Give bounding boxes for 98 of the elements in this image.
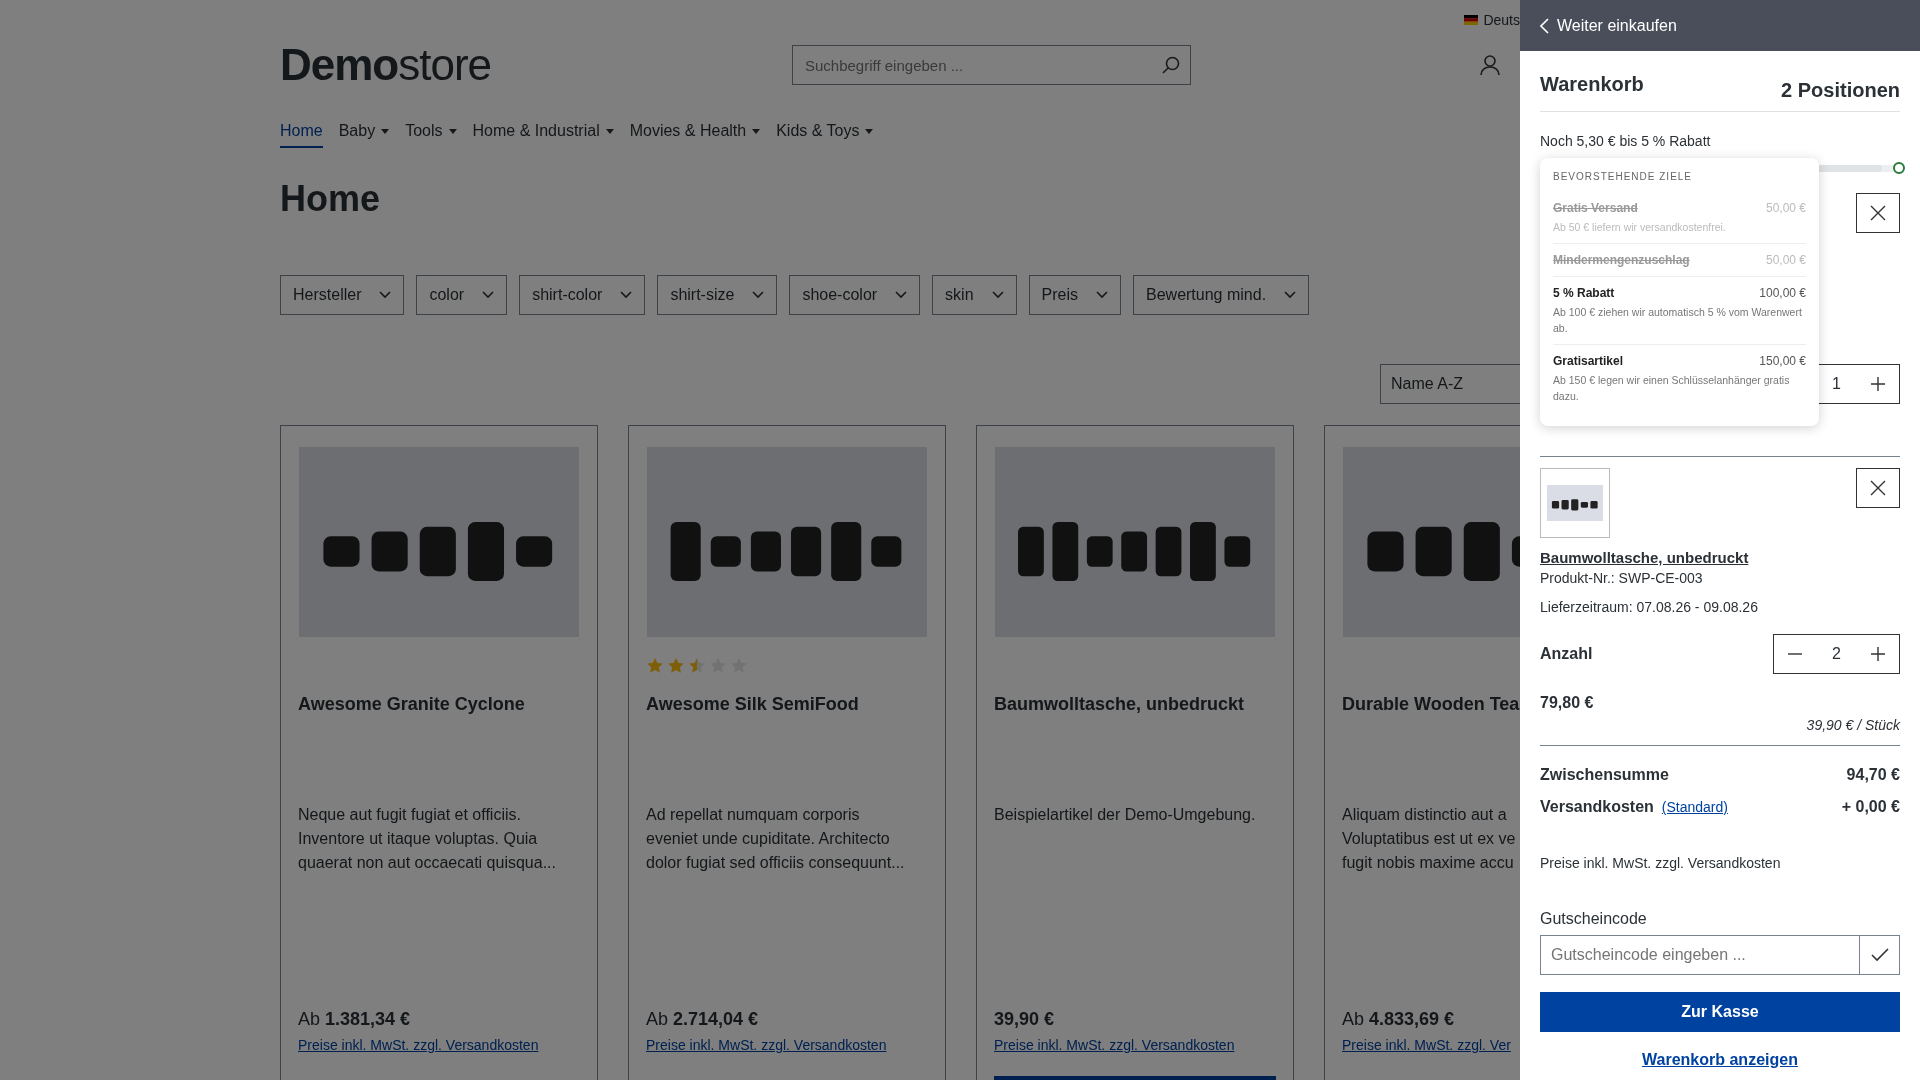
- page-title: Home: [280, 177, 381, 221]
- chevron-down-icon: [991, 291, 1004, 299]
- line-total: 79,80 €: [1540, 693, 1595, 713]
- product-name[interactable]: Durable Wooden Tea: [1342, 692, 1520, 716]
- goal-amount: 50,00 €: [1765, 200, 1806, 216]
- subtotal-label: Zwischensumme: [1540, 765, 1669, 785]
- chevron-down-icon: [482, 291, 495, 299]
- flag-icon: [1464, 15, 1479, 25]
- filter-dropdown[interactable]: Preis: [1028, 275, 1121, 315]
- unit-price: 39,90 € / Stück: [1805, 716, 1900, 735]
- goal-name: 5 % Rabatt: [1553, 285, 1615, 301]
- product-description: Ad repellat numquam corporis eveniet unde cupiditate. Architecto dolor fugiat sed officiis consequunt...: [646, 805, 906, 873]
- chevron-left-icon: [1540, 17, 1549, 34]
- user-icon[interactable]: [1479, 54, 1501, 76]
- product-number: Produkt-Nr.: SWP-CE-003: [1540, 569, 1704, 588]
- quantity-label: Anzahl: [1540, 645, 1593, 663]
- item-count: 2 Positionen: [1781, 78, 1900, 103]
- plus-icon: [1871, 647, 1886, 661]
- product-card[interactable]: Baumwolltasche, unbedruckt Beispielartikel der Demo-Umgebung. 39,90 € Preise inkl. MwSt. zzgl. Versandkosten: [976, 425, 1294, 1080]
- chevron-down-icon: [1284, 291, 1297, 299]
- plus-icon: [1871, 377, 1886, 391]
- product-link[interactable]: Baumwolltasche, unbedruckt: [1540, 548, 1749, 568]
- tax-link[interactable]: Preise inkl. MwSt. zzgl. Versandkosten: [646, 1037, 887, 1053]
- remove-button[interactable]: [1856, 193, 1900, 233]
- quantity-stepper[interactable]: 2: [1773, 634, 1900, 674]
- check-icon: [1870, 948, 1889, 962]
- caret-icon: [752, 128, 761, 134]
- tax-link[interactable]: Preise inkl. MwSt. zzgl. Versandkosten: [298, 1037, 539, 1053]
- close-icon: [1870, 480, 1886, 496]
- logo[interactable]: Demostore: [280, 40, 792, 90]
- nav-item[interactable]: Tools: [405, 119, 457, 148]
- checkout-button[interactable]: Zur Kasse: [1540, 992, 1900, 1032]
- product-name[interactable]: Baumwolltasche, unbedruckt: [994, 692, 1276, 716]
- shipping-label: Versandkosten: [1540, 797, 1654, 817]
- nav-item[interactable]: Home & Industrial: [472, 119, 614, 148]
- chevron-down-icon: [379, 291, 392, 299]
- product-description: Aliquam distinctio aut a Voluptatibus est ut ex ve fugit nobis maxime accu: [1342, 805, 1517, 873]
- goal-name: Mindermengenzuschlag: [1553, 252, 1690, 268]
- chevron-down-icon: [1096, 291, 1108, 299]
- nav-item[interactable]: Movies & Health: [629, 119, 761, 148]
- close-icon: [1870, 205, 1886, 221]
- star-icon: [688, 657, 706, 674]
- tax-link[interactable]: Preise inkl. MwSt. zzgl. Versandkosten: [994, 1037, 1235, 1053]
- star-icon: [646, 657, 664, 674]
- remove-button[interactable]: [1856, 468, 1900, 508]
- goal-name: Gratis Versand: [1553, 200, 1638, 216]
- search-icon: [1162, 56, 1180, 74]
- filter-dropdown[interactable]: skin: [932, 275, 1017, 315]
- product-card[interactable]: Awesome Silk SemiFood Ad repellat numquam corporis eveniet unde cupiditate. Architecto dolor fugiat sed officiis consequunt... Ab 2.714,04 € Preise inkl. MwSt. zzgl. Versandkosten: [628, 425, 946, 1080]
- minus-icon: [1787, 653, 1802, 655]
- filter-dropdown[interactable]: Bewertung mind.: [1133, 275, 1310, 315]
- product-name[interactable]: Awesome Silk SemiFood: [646, 692, 928, 716]
- caret-icon: [605, 128, 614, 134]
- tax-link[interactable]: Preise inkl. MwSt. zzgl. Ver: [1342, 1037, 1511, 1053]
- filter-dropdown[interactable]: shirt-color: [519, 275, 646, 315]
- chevron-down-icon: [620, 291, 633, 299]
- delivery-period: Lieferzeitraum: 07.08.26 - 09.08.26: [1540, 598, 1759, 617]
- product-price: 39,90 €: [994, 1008, 1056, 1031]
- goal-amount: 100,00 €: [1759, 285, 1806, 301]
- popover-title: BEVORSTEHENDE ZIELE: [1553, 170, 1694, 184]
- nav-item[interactable]: Home: [280, 119, 323, 148]
- quantity-value: 2: [1832, 645, 1841, 663]
- goal-amount: 50,00 €: [1765, 252, 1806, 268]
- goal-description: Ab 50 € liefern wir versandkostenfrei.: [1553, 220, 1727, 235]
- continue-shopping-button[interactable]: Weiter einkaufen: [1540, 16, 1677, 35]
- quantity-value: 1: [1832, 375, 1841, 393]
- product-description: Neque aut fugit fugiat et officiis. Inventore ut itaque voluptas. Quia quaerat non aut occaecati quisqua...: [298, 805, 557, 873]
- product-card[interactable]: Awesome Granite Cyclone Neque aut fugit fugiat et officiis. Inventore ut itaque voluptas. Quia quaerat non aut occaecati quisqua... Ab 1.381,34 € Preise inkl. MwSt. zzgl. Versandkosten: [280, 425, 598, 1080]
- shipping-method-link[interactable]: (Standard): [1661, 797, 1728, 817]
- caret-icon: [865, 128, 874, 134]
- tax-note: Preise inkl. MwSt. zzgl. Versandkosten: [1540, 854, 1782, 873]
- chevron-down-icon: [895, 291, 908, 299]
- filter-dropdown[interactable]: color: [416, 275, 508, 315]
- search-input[interactable]: Suchbegriff eingeben ...: [803, 55, 1162, 75]
- nav-item[interactable]: Kids & Toys: [776, 119, 874, 148]
- caret-icon: [381, 128, 390, 134]
- subtotal-value: 94,70 €: [1846, 765, 1900, 785]
- product-price: Ab 1.381,34 €: [298, 1008, 412, 1031]
- product-description: Beispielartikel der Demo-Umgebung.: [994, 805, 1257, 825]
- voucher-label: Gutscheincode: [1540, 909, 1648, 929]
- goal-hint: Noch 5,30 € bis 5 % Rabatt: [1540, 132, 1712, 150]
- view-cart-link[interactable]: Warenkorb anzeigen: [1642, 1051, 1798, 1068]
- caret-icon: [448, 128, 457, 134]
- search-field[interactable]: Suchbegriff eingeben ...: [792, 45, 1191, 85]
- product-price: Ab 2.714,04 €: [646, 1008, 760, 1031]
- shipping-value: + 0,00 €: [1841, 797, 1900, 817]
- filter-dropdown[interactable]: Hersteller: [280, 275, 405, 315]
- star-icon: [667, 657, 685, 674]
- product-name[interactable]: Awesome Granite Cyclone: [298, 692, 580, 716]
- filter-dropdown[interactable]: shoe-color: [789, 275, 921, 315]
- cart-title: Warenkorb: [1540, 72, 1644, 97]
- filter-dropdown[interactable]: shirt-size: [657, 275, 778, 315]
- goal-description: Ab 100 € ziehen wir automatisch 5 % vom Warenwert ab.: [1553, 305, 1803, 336]
- chevron-down-icon: [752, 291, 765, 299]
- nav-item[interactable]: Baby: [338, 119, 390, 148]
- language-label[interactable]: Deuts: [1483, 12, 1520, 28]
- voucher-field[interactable]: Gutscheincode eingeben ...: [1540, 935, 1900, 975]
- product-price: Ab 4.833,69 €: [1342, 1008, 1456, 1031]
